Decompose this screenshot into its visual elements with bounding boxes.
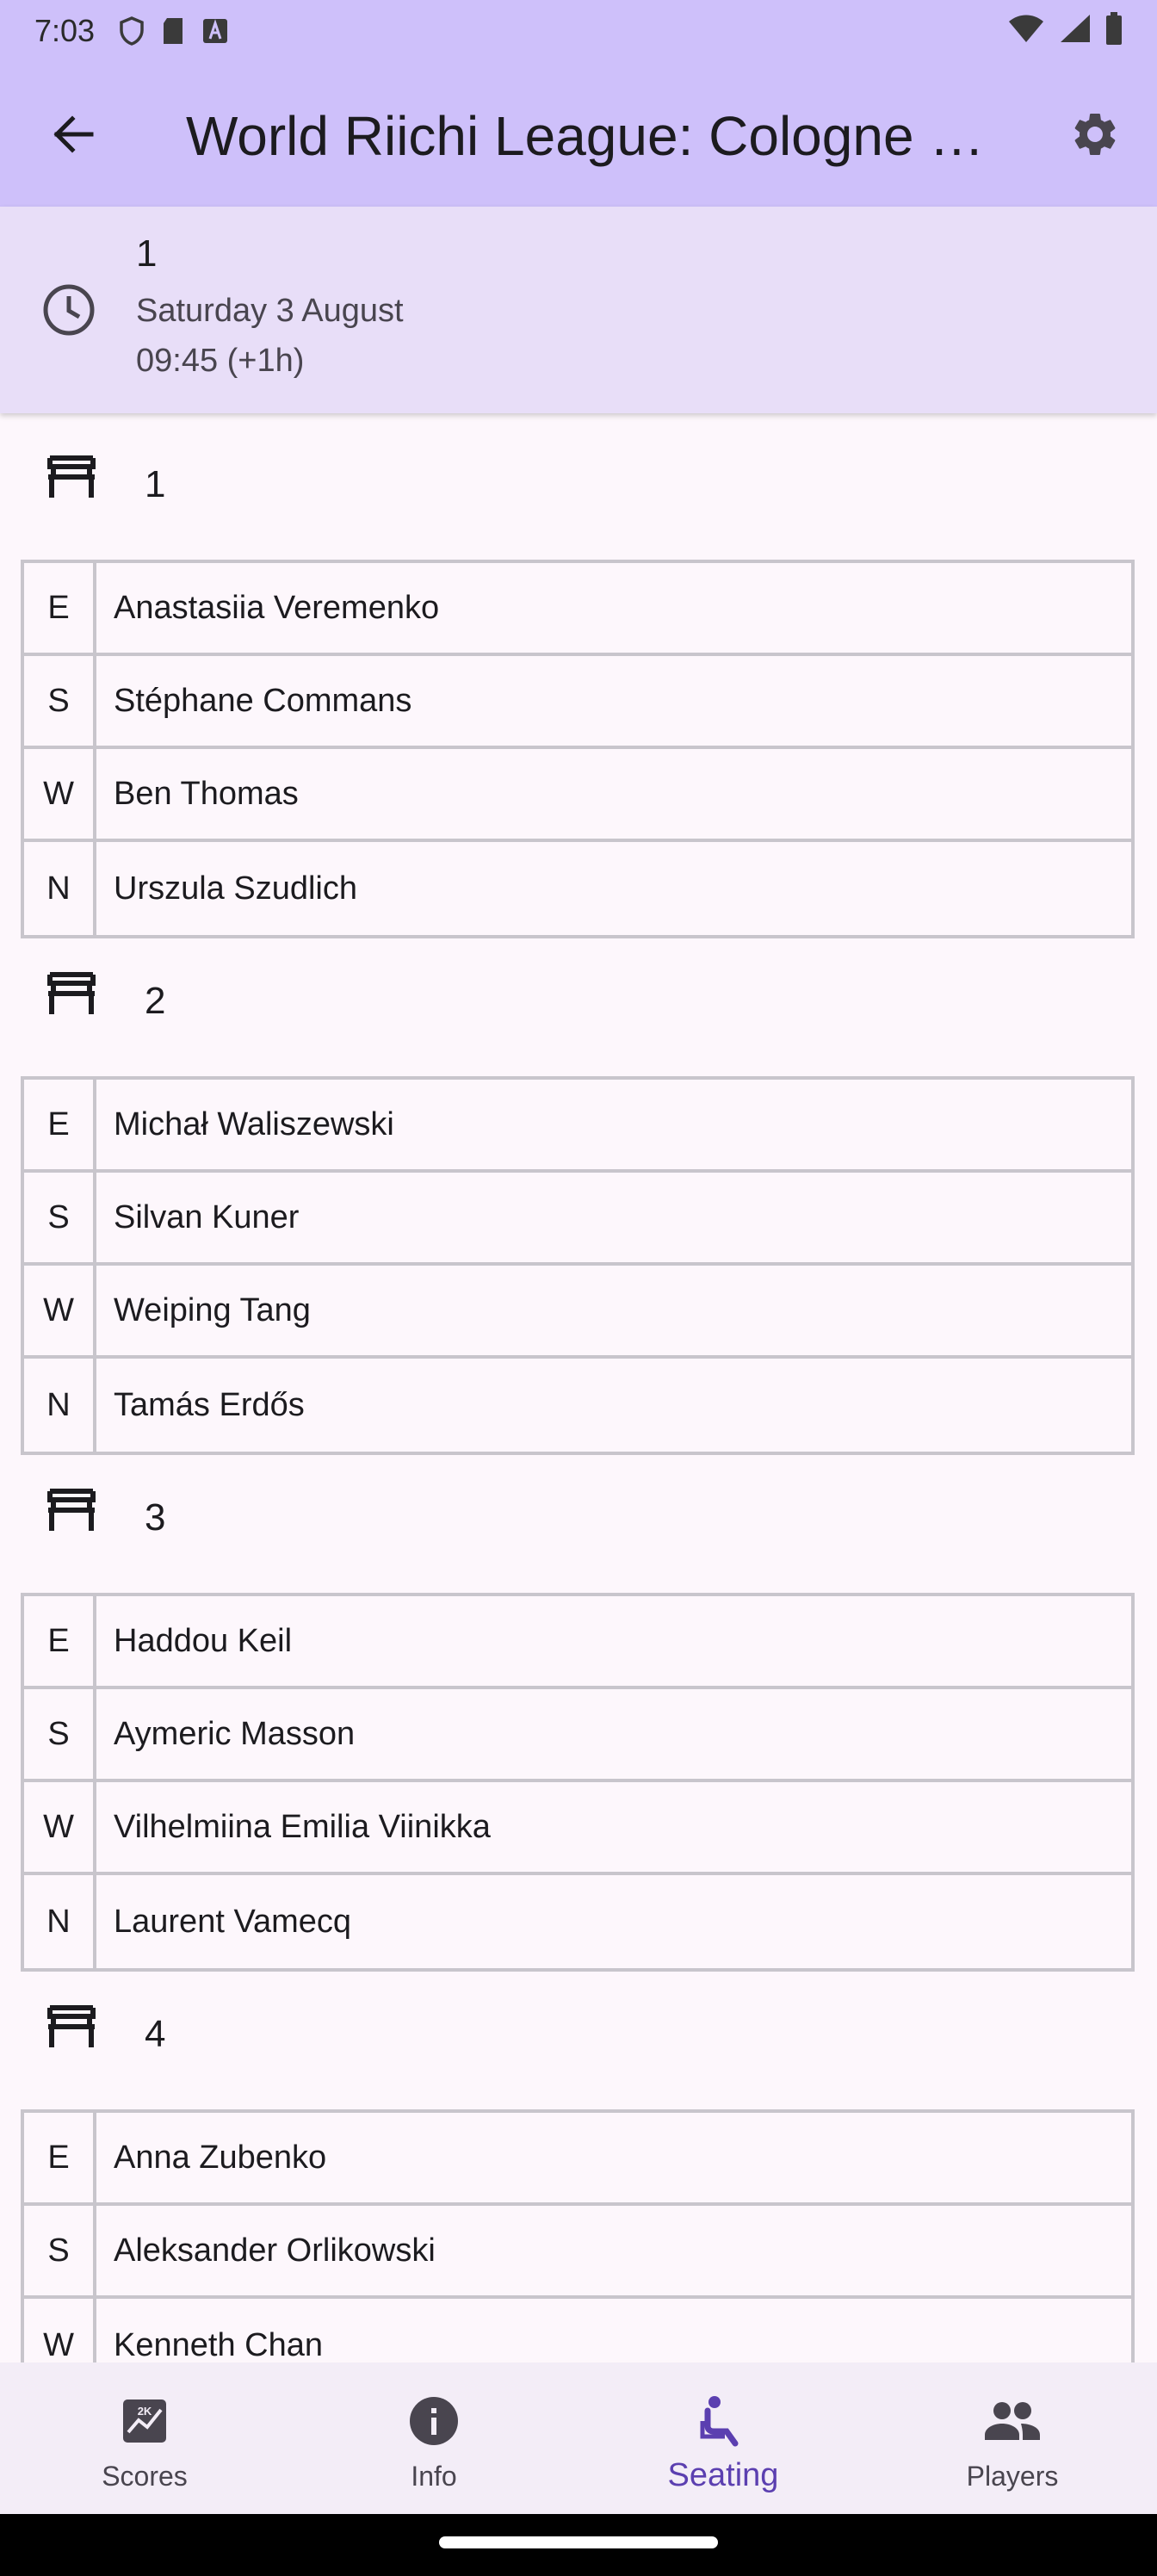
app-bar: World Riichi League: Cologne Open 2024 bbox=[0, 62, 1157, 207]
player-name: Laurent Vamecq bbox=[114, 1903, 352, 1940]
seat-row: W Vilhelmiina Emilia Viinikka bbox=[24, 1782, 1131, 1875]
gesture-bar bbox=[0, 2514, 1157, 2576]
seat-row: W Weiping Tang bbox=[24, 1266, 1131, 1359]
player-name: Ben Thomas bbox=[114, 775, 299, 812]
text-a-icon bbox=[201, 17, 229, 45]
seat-row: S Silvan Kuner bbox=[24, 1173, 1131, 1266]
seat-row: N Laurent Vamecq bbox=[24, 1875, 1131, 1968]
seat-row: W Ben Thomas bbox=[24, 749, 1131, 842]
seat-row: E Haddou Keil bbox=[24, 1596, 1131, 1689]
seat-wind: W bbox=[24, 749, 96, 839]
table-icon bbox=[45, 455, 98, 505]
seat-grid: E Anastasiia Veremenko S Stéphane Comman… bbox=[21, 560, 1135, 938]
sd-card-icon bbox=[160, 16, 186, 46]
seat-grid: E Anna Zubenko S Aleksander Orlikowski W… bbox=[21, 2109, 1135, 2362]
player-name: Anna Zubenko bbox=[114, 2139, 327, 2176]
seating-icon bbox=[699, 2393, 747, 2449]
seat-row: N Urszula Szudlich bbox=[24, 842, 1131, 935]
seat-wind: N bbox=[24, 842, 96, 935]
player-name: Haddou Keil bbox=[114, 1622, 293, 1659]
table-number: 2 bbox=[145, 980, 166, 1022]
nav-label: Scores bbox=[102, 2461, 188, 2492]
bottom-navigation: 2K Scores Info Seating Players bbox=[0, 2362, 1157, 2514]
table-header: 3 bbox=[0, 1446, 1157, 1550]
seat-grid: E Michał Waliszewski S Silvan Kuner W We… bbox=[21, 1076, 1135, 1455]
player-name: Tamás Erdős bbox=[114, 1386, 305, 1423]
table-icon bbox=[45, 2004, 98, 2055]
seat-row: S Stéphane Commans bbox=[24, 656, 1131, 749]
nav-label: Info bbox=[411, 2461, 457, 2492]
seat-row: E Anna Zubenko bbox=[24, 2113, 1131, 2206]
seating-list[interactable]: 1 E Anastasiia Veremenko S Stéphane Comm… bbox=[0, 413, 1157, 2362]
back-button[interactable] bbox=[38, 102, 107, 170]
status-bar: 7:03 bbox=[0, 0, 1157, 62]
nav-scores[interactable]: 2K Scores bbox=[0, 2362, 289, 2514]
nav-info[interactable]: Info bbox=[289, 2362, 578, 2514]
seat-wind: E bbox=[24, 1596, 96, 1686]
seat-row: E Anastasiia Veremenko bbox=[24, 563, 1131, 656]
signal-icon bbox=[1059, 13, 1092, 48]
nav-label: Players bbox=[966, 2461, 1059, 2492]
status-time: 7:03 bbox=[34, 13, 96, 48]
wifi-icon bbox=[1007, 13, 1045, 48]
seat-row: S Aleksander Orlikowski bbox=[24, 2206, 1131, 2299]
player-name: Urszula Szudlich bbox=[114, 870, 357, 907]
player-name: Aymeric Masson bbox=[114, 1715, 356, 1752]
home-indicator[interactable] bbox=[439, 2536, 718, 2548]
seat-wind: E bbox=[24, 563, 96, 653]
nav-players[interactable]: Players bbox=[868, 2362, 1157, 2514]
seat-wind: S bbox=[24, 1173, 96, 1262]
page-title: World Riichi League: Cologne Open 2024 bbox=[186, 105, 987, 167]
seat-row: W Kenneth Chan bbox=[24, 2299, 1131, 2362]
session-time: 09:45 (+1h) bbox=[136, 343, 305, 379]
seat-wind: E bbox=[24, 2113, 96, 2202]
seat-grid: E Haddou Keil S Aymeric Masson W Vilhelm… bbox=[21, 1593, 1135, 1972]
nav-label: Seating bbox=[667, 2457, 779, 2493]
settings-button[interactable] bbox=[1059, 100, 1131, 172]
table-header: 1 bbox=[0, 413, 1157, 517]
table-header: 4 bbox=[0, 1963, 1157, 2066]
seat-wind: S bbox=[24, 656, 96, 746]
seat-row: S Aymeric Masson bbox=[24, 1689, 1131, 1782]
player-name: Stéphane Commans bbox=[114, 682, 412, 719]
table-icon bbox=[45, 971, 98, 1022]
table-number: 3 bbox=[145, 1496, 166, 1539]
players-icon bbox=[983, 2393, 1042, 2449]
svg-text:2K: 2K bbox=[138, 2405, 152, 2418]
player-name: Vilhelmiina Emilia Viinikka bbox=[114, 1808, 491, 1845]
seat-wind: S bbox=[24, 2206, 96, 2295]
table-icon bbox=[45, 1488, 98, 1539]
session-number: 1 bbox=[136, 232, 158, 275]
table-number: 1 bbox=[145, 463, 166, 505]
gear-icon bbox=[1069, 108, 1121, 164]
player-name: Aleksander Orlikowski bbox=[114, 2232, 436, 2269]
player-name: Kenneth Chan bbox=[114, 2326, 323, 2363]
player-name: Anastasiia Veremenko bbox=[114, 589, 440, 626]
nav-seating[interactable]: Seating bbox=[578, 2362, 868, 2514]
seat-wind: W bbox=[24, 1782, 96, 1872]
player-name: Michał Waliszewski bbox=[114, 1105, 394, 1142]
scores-icon: 2K bbox=[121, 2393, 168, 2449]
seat-wind: E bbox=[24, 1080, 96, 1169]
shield-icon bbox=[119, 16, 145, 46]
clock-icon bbox=[41, 282, 96, 342]
player-name: Weiping Tang bbox=[114, 1291, 311, 1328]
seat-wind: N bbox=[24, 1875, 96, 1968]
seat-row: E Michał Waliszewski bbox=[24, 1080, 1131, 1173]
table-number: 4 bbox=[145, 2013, 166, 2055]
table-header: 2 bbox=[0, 930, 1157, 1033]
seat-wind: W bbox=[24, 1266, 96, 1355]
battery-icon bbox=[1105, 12, 1123, 49]
session-header: 1 Saturday 3 August 09:45 (+1h) bbox=[0, 207, 1157, 413]
seat-row: N Tamás Erdős bbox=[24, 1359, 1131, 1452]
seat-wind: N bbox=[24, 1359, 96, 1452]
player-name: Silvan Kuner bbox=[114, 1198, 300, 1235]
info-icon bbox=[408, 2393, 460, 2449]
session-date: Saturday 3 August bbox=[136, 293, 404, 329]
seat-wind: S bbox=[24, 1689, 96, 1779]
seat-wind: W bbox=[24, 2299, 96, 2362]
arrow-back-icon bbox=[50, 114, 95, 159]
